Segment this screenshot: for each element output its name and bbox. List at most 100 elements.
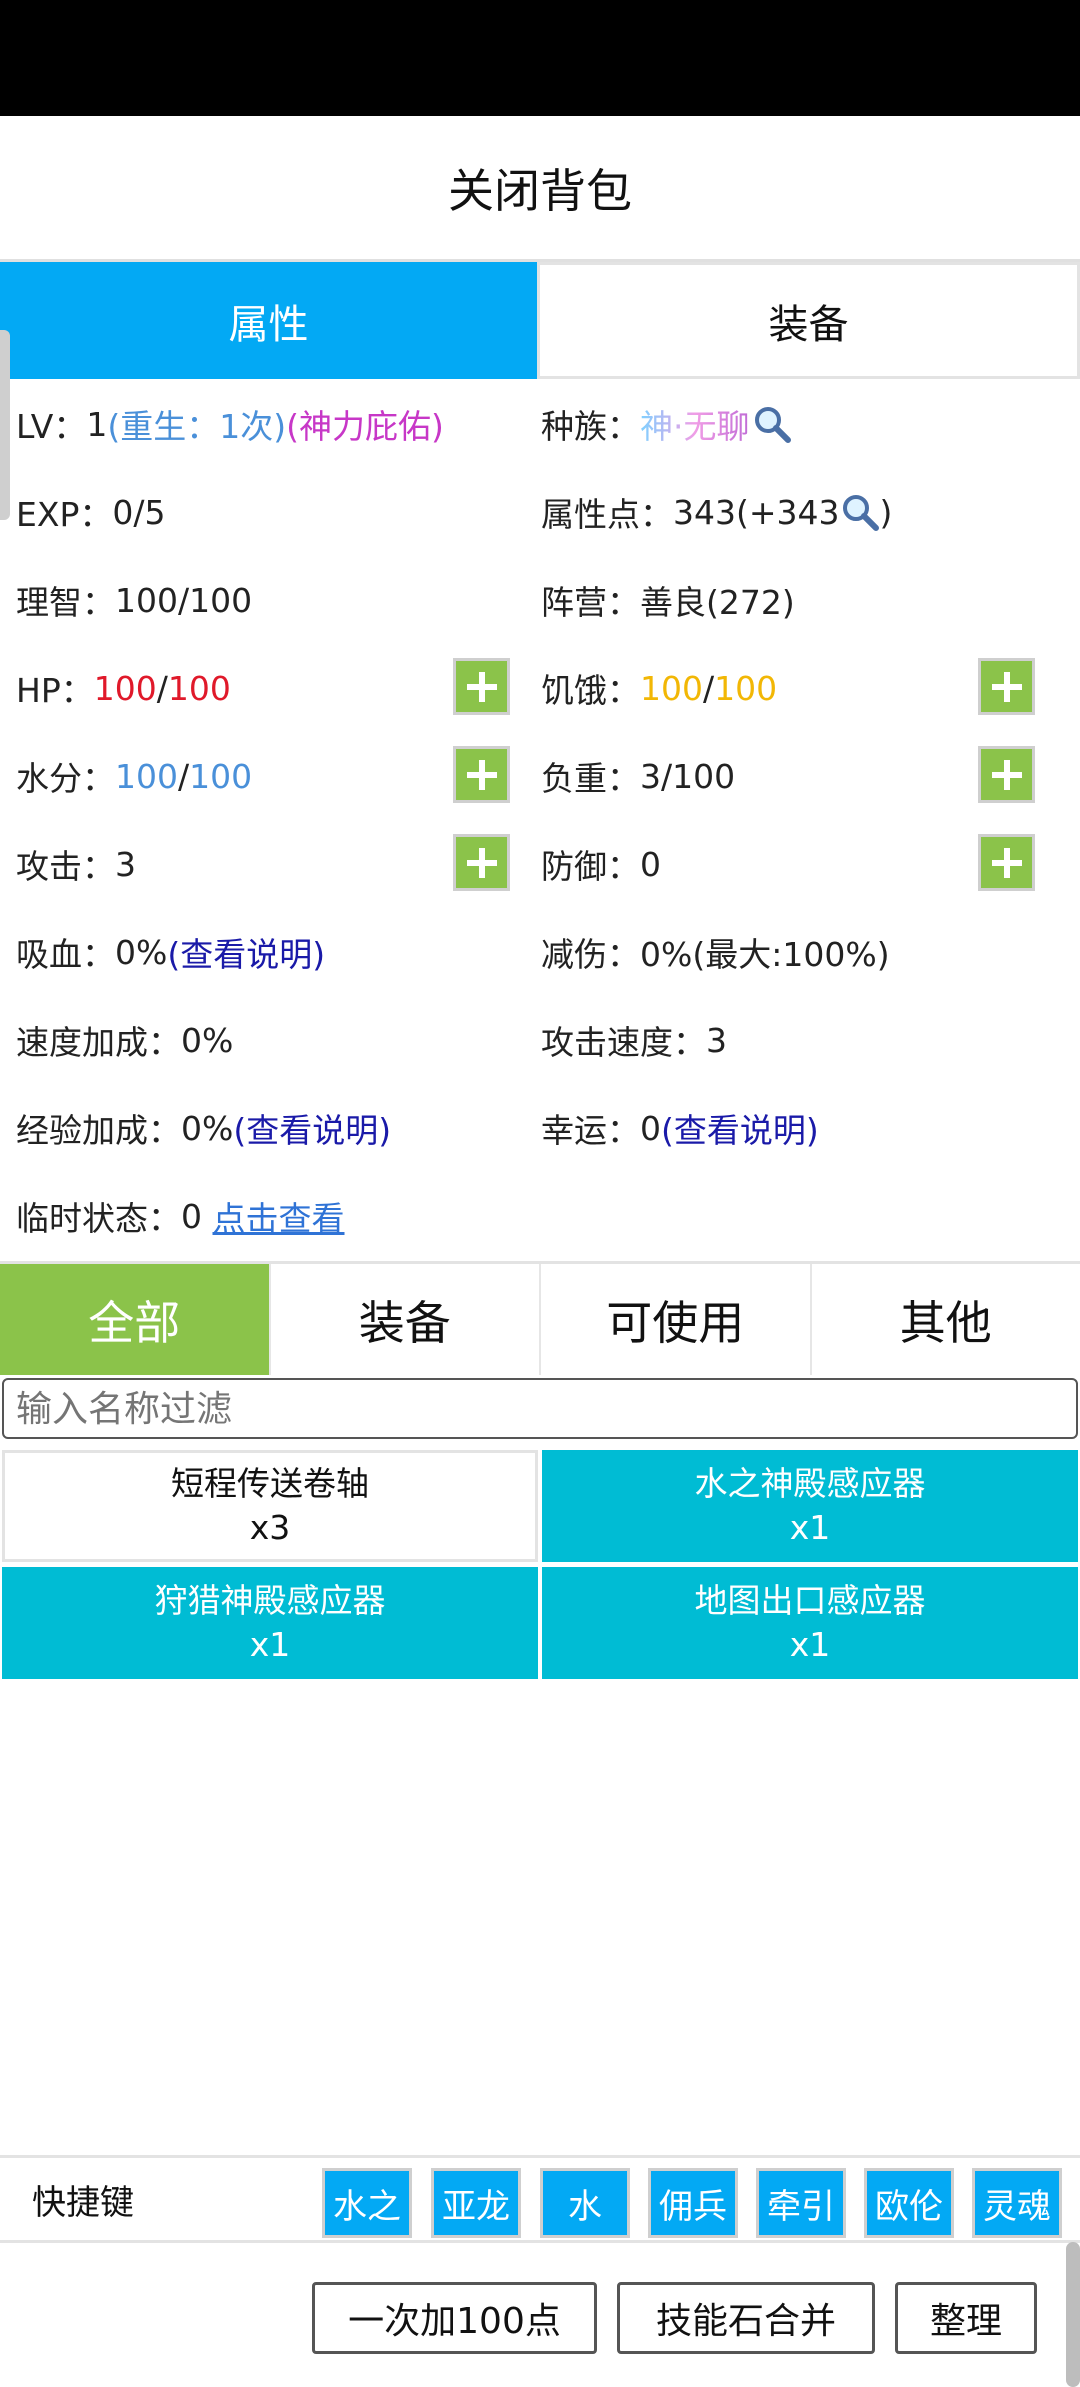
points-label: 属性点： [541, 495, 673, 534]
add-attack-button[interactable] [453, 834, 510, 891]
tab-other[interactable]: 其他 [812, 1264, 1080, 1375]
sanity-value: 100/100 [115, 580, 253, 620]
temp-status-label: 临时状态： [16, 1199, 181, 1238]
filter-input[interactable] [2, 1378, 1078, 1439]
attack-value: 3 [115, 844, 136, 884]
attr-row: 理智： 100/100 阵营： 善良(272) [0, 556, 1080, 644]
hunger-field: 饥饿： 100/100 [541, 644, 777, 732]
category-tabs: 全部 装备 可使用 其他 [0, 1261, 1080, 1375]
merge-skill-stones-button[interactable]: 技能石合并 [617, 2282, 875, 2354]
header[interactable]: 关闭背包 [0, 116, 1080, 259]
sort-button[interactable]: 整理 [895, 2282, 1037, 2354]
exp-value: 0/5 [112, 492, 166, 532]
temp-status-value: 0 [181, 1196, 202, 1236]
points-value: 343(+343 [673, 492, 840, 532]
race-label: 种族： [541, 407, 640, 446]
magnifier-icon[interactable] [840, 492, 880, 532]
item-name: 水之神殿感应器 [694, 1464, 926, 1503]
hunger-max: 100 [714, 668, 778, 708]
item-name: 地图出口感应器 [694, 1581, 926, 1620]
tab-attributes[interactable]: 属性 [0, 262, 537, 379]
water-label: 水分： [16, 759, 115, 798]
inventory-item[interactable]: 短程传送卷轴 x3 [2, 1450, 538, 1562]
hp-field: HP： 100/100 [16, 644, 231, 732]
attr-row: HP： 100/100 饥饿： 100/100 [0, 644, 1080, 732]
water-sep: / [178, 756, 190, 796]
add-water-button[interactable] [453, 746, 510, 803]
shortcut-bar: 快捷键 水之 亚龙 水 佣兵 牵引 欧伦 灵魂 [0, 2155, 1080, 2243]
item-count: x3 [249, 1508, 291, 1547]
race-value: 神·无聊 [640, 400, 750, 448]
shortcut-key[interactable]: 牵引 [756, 2168, 846, 2238]
exp-label: EXP： [16, 495, 113, 534]
inventory-item[interactable]: 水之神殿感应器 x1 [542, 1450, 1078, 1562]
temp-status-field: 临时状态： 0 点击查看 [16, 1172, 345, 1260]
add-100-points-button[interactable]: 一次加100点 [312, 2282, 597, 2354]
plus-icon [466, 847, 497, 878]
hp-label: HP： [16, 671, 94, 710]
points-suffix: ) [879, 492, 893, 532]
plus-icon [466, 671, 497, 702]
plus-icon [991, 847, 1022, 878]
rebirth-count: (重生：1次) [107, 407, 287, 446]
lifesteal-info-link[interactable]: (查看说明) [167, 928, 325, 976]
tab-equipment-items[interactable]: 装备 [271, 1264, 541, 1375]
attr-row: EXP： 0/5 属性点： 343(+343 ) [0, 468, 1080, 556]
luck-field: 幸运： 0 (查看说明) [541, 1084, 819, 1172]
plus-icon [466, 759, 497, 790]
attack-speed-field: 攻击速度： 3 [541, 996, 727, 1084]
shortcut-key[interactable]: 佣兵 [648, 2168, 738, 2238]
shortcut-key[interactable]: 欧伦 [864, 2168, 954, 2238]
lifesteal-field: 吸血： 0% (查看说明) [16, 908, 325, 996]
water-current: 100 [115, 756, 178, 796]
attr-row: 水分： 100/100 负重： 3/100 [0, 732, 1080, 820]
exp-bonus-field: 经验加成： 0% (查看说明) [16, 1084, 391, 1172]
sanity-field: 理智： 100/100 [16, 556, 252, 644]
attack-label: 攻击： [16, 847, 115, 886]
level-value: 1 [86, 404, 108, 444]
scrollbar[interactable] [1066, 2242, 1080, 2387]
hp-current: 100 [93, 668, 157, 708]
water-field: 水分： 100/100 [16, 732, 252, 820]
race-field: 种族： 神·无聊 [541, 380, 792, 468]
tab-usable[interactable]: 可使用 [541, 1264, 812, 1375]
plus-icon [991, 759, 1022, 790]
exp-field: EXP： 0/5 [16, 468, 165, 556]
shortcut-key[interactable]: 灵魂 [972, 2168, 1062, 2238]
dmg-reduce-label: 减伤： [541, 935, 640, 974]
item-name: 短程传送卷轴 [171, 1464, 369, 1503]
defense-field: 防御： 0 [541, 820, 661, 908]
add-hp-button[interactable] [453, 658, 510, 715]
view-status-link[interactable]: 点击查看 [213, 1192, 345, 1240]
item-count: x1 [249, 1625, 291, 1664]
attr-row: 吸血： 0% (查看说明) 减伤： 0%(最大:100%) [0, 908, 1080, 996]
item-count: x1 [789, 1625, 831, 1664]
shortcut-label: 快捷键 [32, 2182, 134, 2223]
top-tabs: 属性 装备 [0, 262, 1080, 379]
attr-row: 速度加成： 0% 攻击速度： 3 [0, 996, 1080, 1084]
defense-value: 0 [640, 844, 661, 884]
hp-max: 100 [167, 668, 231, 708]
shortcut-key[interactable]: 水 [540, 2168, 630, 2238]
close-bag-title[interactable]: 关闭背包 [448, 155, 632, 221]
add-load-button[interactable] [978, 746, 1035, 803]
tab-all[interactable]: 全部 [0, 1264, 271, 1375]
hunger-current: 100 [640, 668, 703, 708]
attack-speed-label: 攻击速度： [541, 1023, 706, 1062]
water-max: 100 [189, 756, 253, 796]
tab-equipment[interactable]: 装备 [537, 262, 1080, 379]
luck-info-link[interactable]: (查看说明) [661, 1104, 819, 1152]
inventory-item[interactable]: 地图出口感应器 x1 [542, 1567, 1078, 1679]
magnifier-icon[interactable] [752, 404, 792, 444]
speed-bonus-label: 速度加成： [16, 1023, 181, 1062]
shortcut-key[interactable]: 水之 [322, 2168, 412, 2238]
shortcut-key[interactable]: 亚龙 [431, 2168, 521, 2238]
damage-reduction-field: 减伤： 0%(最大:100%) [541, 908, 890, 996]
add-hunger-button[interactable] [978, 658, 1035, 715]
add-defense-button[interactable] [978, 834, 1035, 891]
exp-bonus-info-link[interactable]: (查看说明) [233, 1104, 391, 1152]
level-label: LV： [16, 407, 87, 446]
attr-row: 攻击： 3 防御： 0 [0, 820, 1080, 908]
inventory-item[interactable]: 狩猎神殿感应器 x1 [2, 1567, 538, 1679]
attack-speed-value: 3 [706, 1020, 727, 1060]
